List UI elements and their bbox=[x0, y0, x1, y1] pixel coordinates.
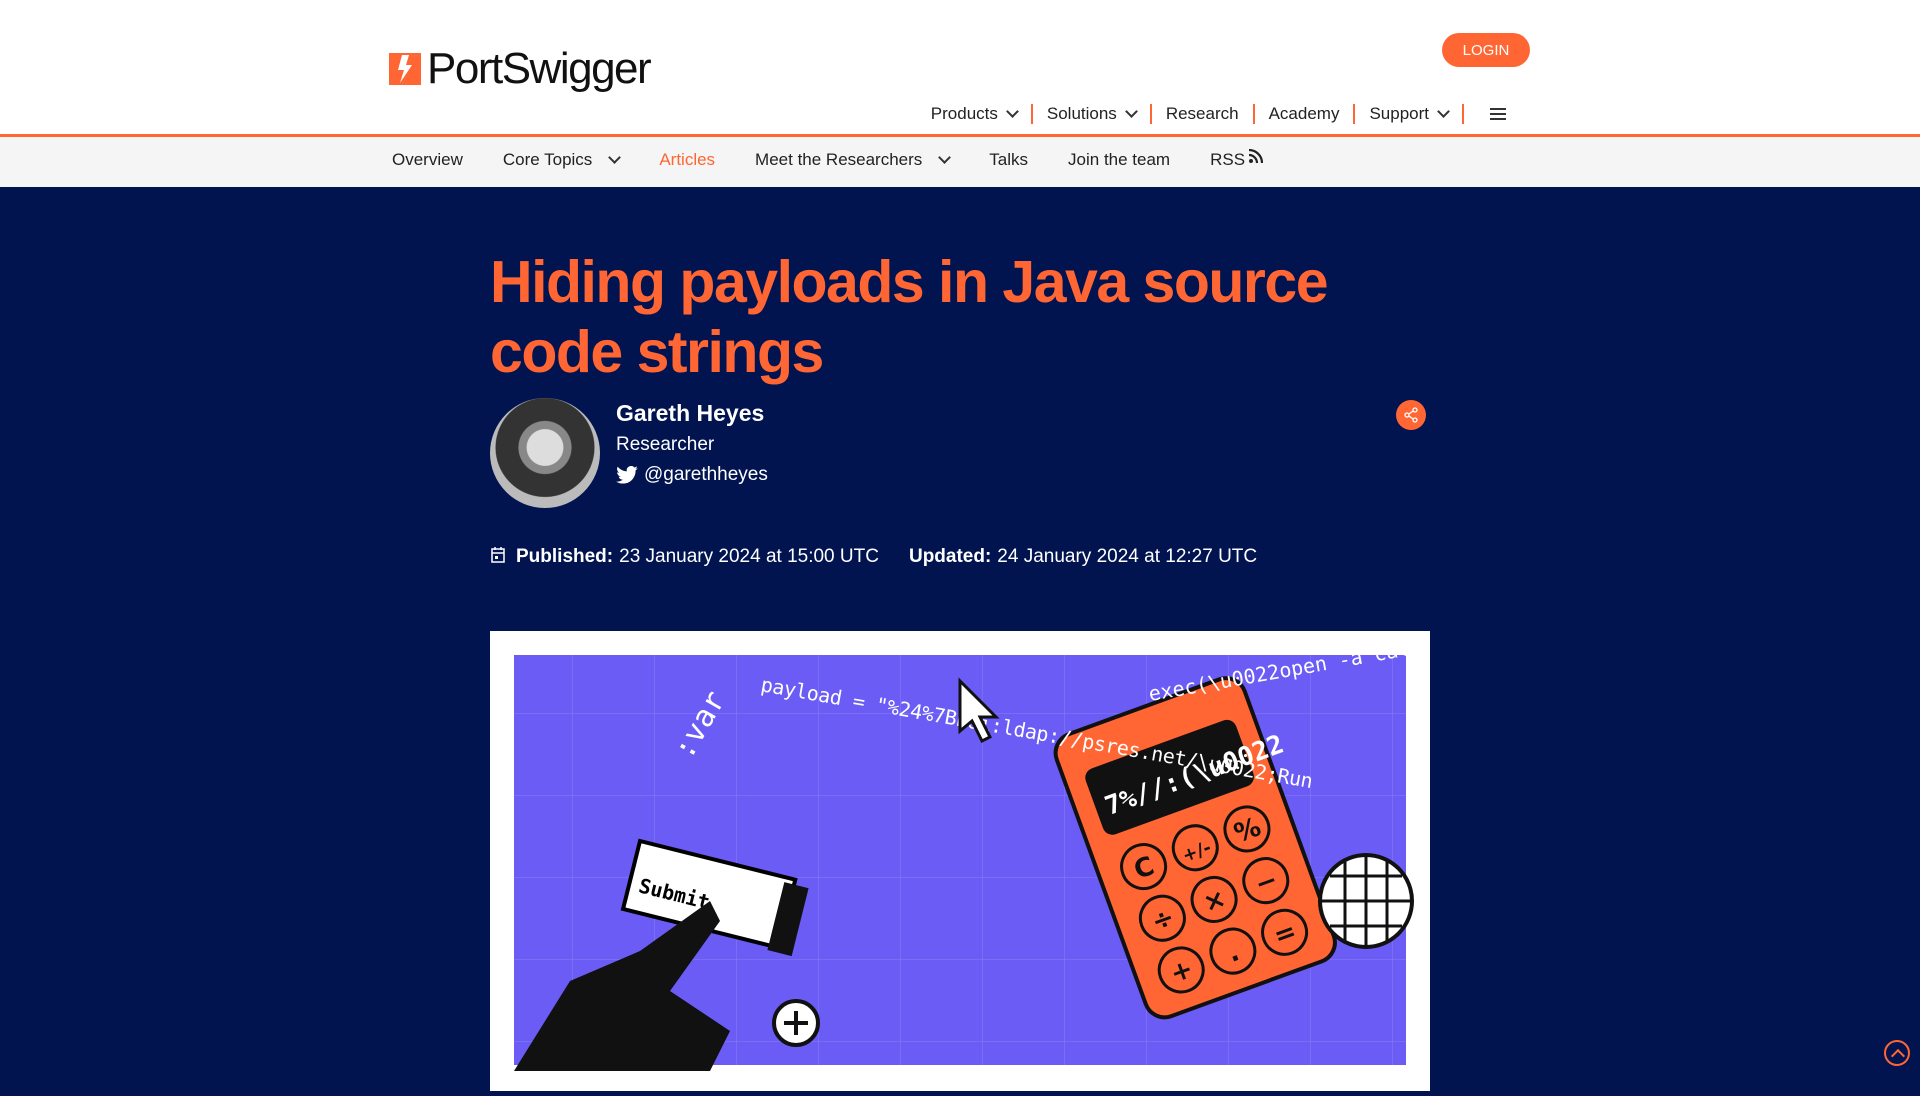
nav-label: Solutions bbox=[1046, 104, 1117, 123]
author-role: Researcher bbox=[616, 434, 715, 455]
subnav-label: Overview bbox=[392, 150, 463, 169]
article-hero-image: Submit 7%//:(\u0022 C +/-% ÷ × − +. = :var pay… bbox=[490, 622, 1495, 1091]
chevron-down-icon bbox=[1437, 105, 1450, 118]
subnav-label: Articles bbox=[659, 150, 716, 169]
hamburger-icon bbox=[1490, 108, 1506, 120]
sub-nav: Overview Core Topics Articles Meet the Rese… bbox=[392, 149, 1264, 170]
login-button[interactable]: LOGIN bbox=[1442, 33, 1530, 67]
share-button[interactable] bbox=[1396, 400, 1426, 430]
share-icon bbox=[1404, 407, 1418, 423]
author-name[interactable]: Gareth Heyes bbox=[616, 400, 764, 427]
chevron-down-icon bbox=[1124, 105, 1138, 118]
subnav-label: RSS bbox=[1210, 150, 1246, 169]
author-avatar bbox=[490, 398, 600, 508]
calendar-icon bbox=[491, 546, 505, 563]
nav-label: Research bbox=[1165, 104, 1239, 123]
logo-text: PortSwigger bbox=[427, 44, 652, 93]
chevron-down-icon bbox=[1006, 105, 1019, 118]
hero-illustration: Submit 7%//:(\u0022 C +/-%÷×−+.= :var pay… bbox=[514, 622, 1495, 1071]
scroll-to-top-button[interactable] bbox=[1884, 1040, 1910, 1066]
subnav-item-join-the-team[interactable]: Join the team bbox=[1068, 150, 1170, 170]
subnav-label: Core Topics bbox=[502, 150, 593, 169]
subnav-label: Meet the Researchers bbox=[755, 150, 923, 169]
nav-item-research[interactable]: Research bbox=[1149, 104, 1253, 124]
subnav-item-core-topics[interactable]: Core Topics bbox=[502, 150, 622, 170]
twitter-handle: @garethheyes bbox=[644, 464, 768, 485]
updated-label: Updated: bbox=[908, 546, 992, 567]
article-title: Hiding payloads in Java source code stri… bbox=[490, 249, 1329, 385]
subnav-item-rss[interactable]: RSS bbox=[1210, 149, 1264, 170]
nav-item-academy[interactable]: Academy bbox=[1252, 104, 1354, 124]
subnav-item-talks[interactable]: Talks bbox=[989, 150, 1028, 170]
updated-date: 24 January 2024 at 12:27 UTC bbox=[997, 546, 1258, 567]
main-nav: Products Solutions Research Academy Support bbox=[917, 104, 1520, 124]
logo-icon bbox=[389, 53, 421, 85]
chevron-down-icon bbox=[938, 151, 952, 164]
nav-label: Support bbox=[1369, 104, 1429, 123]
twitter-icon bbox=[616, 466, 638, 484]
portswigger-logo[interactable]: PortSwigger bbox=[389, 44, 652, 94]
subnav-item-overview[interactable]: Overview bbox=[392, 150, 463, 170]
menu-button[interactable] bbox=[1462, 104, 1520, 124]
article-dates: Published: 23 January 2024 at 15:00 UTC … bbox=[490, 546, 1257, 568]
rss-icon bbox=[1249, 149, 1264, 163]
subnav-item-meet-the-researchers[interactable]: Meet the Researchers bbox=[755, 150, 952, 170]
nav-label: Academy bbox=[1268, 104, 1340, 123]
author-twitter-link[interactable]: @garethheyes bbox=[616, 464, 768, 486]
published-date: 23 January 2024 at 15:00 UTC bbox=[619, 546, 879, 567]
nav-item-support[interactable]: Support bbox=[1353, 104, 1462, 124]
chevron-down-icon bbox=[608, 151, 622, 164]
subnav-item-articles[interactable]: Articles bbox=[659, 150, 715, 170]
published-label: Published: bbox=[516, 546, 614, 567]
nav-item-products[interactable]: Products bbox=[917, 104, 1031, 124]
nav-item-solutions[interactable]: Solutions bbox=[1030, 104, 1150, 124]
nav-label: Products bbox=[930, 104, 998, 123]
subnav-label: Talks bbox=[989, 150, 1029, 169]
subnav-label: Join the team bbox=[1068, 150, 1171, 169]
